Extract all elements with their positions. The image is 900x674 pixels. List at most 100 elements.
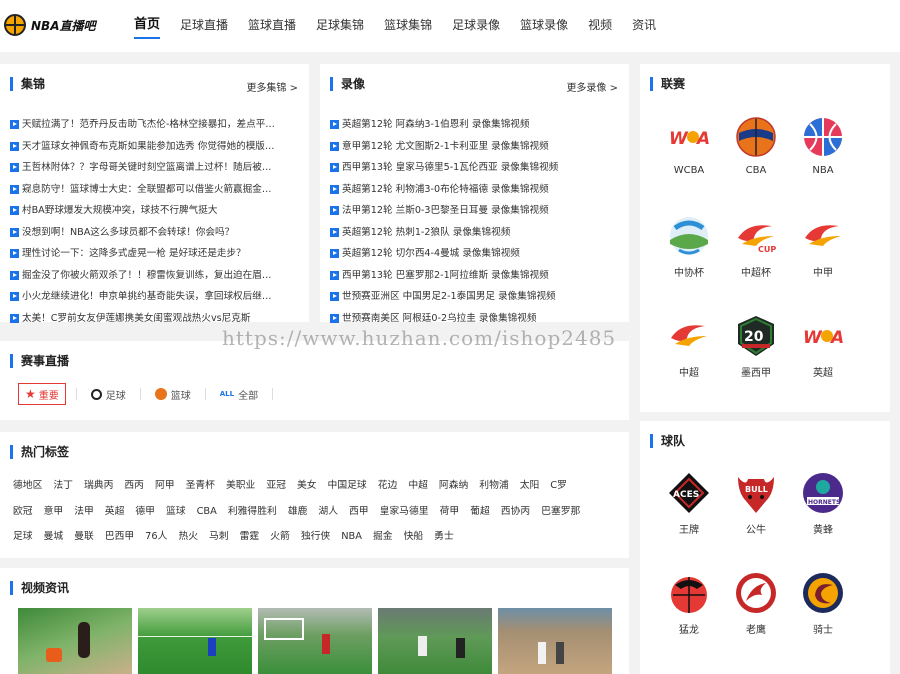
tag-link[interactable]: 法丁: [53, 473, 73, 499]
tag-link[interactable]: 篮球: [166, 499, 186, 525]
replays-more-link[interactable]: 更多录像 >: [566, 79, 618, 94]
tab-important[interactable]: ★ 重要: [18, 383, 66, 405]
list-item[interactable]: 掘金没了你被火箭双杀了！！穆雷恢复训练，复出迫在眉…: [10, 265, 299, 287]
tag-link[interactable]: 德地区: [13, 473, 42, 499]
league-item-liga-mx[interactable]: 20 墨西甲: [722, 314, 790, 379]
league-item-cfa-cup[interactable]: 中协杯: [655, 214, 723, 279]
tag-link[interactable]: 亚冠: [266, 473, 286, 499]
video-thumbnail[interactable]: [258, 608, 372, 674]
tag-link[interactable]: 花边: [378, 473, 398, 499]
list-item[interactable]: 英超第12轮 阿森纳3-1伯恩利 录像集锦视频: [330, 114, 619, 136]
video-thumbnail[interactable]: [138, 608, 252, 674]
nav-item-basketball-replays[interactable]: 篮球录像: [510, 0, 578, 52]
tag-link[interactable]: 美女: [297, 473, 317, 499]
list-item[interactable]: 意甲第12轮 尤文图斯2-1卡利亚里 录像集锦视频: [330, 136, 619, 158]
list-item[interactable]: 天才篮球女神佩奇布克斯如果能参加选秀 你觉得她的模版…: [10, 136, 299, 158]
list-item[interactable]: 没想到啊！NBA这么多球员都不会转球！你会吗？: [10, 222, 299, 244]
list-item[interactable]: 西甲第13轮 皇家马德里5-1瓦伦西亚 录像集锦视频: [330, 157, 619, 179]
tag-link[interactable]: 英超: [105, 499, 125, 525]
video-thumbnail[interactable]: [18, 608, 132, 674]
tag-link[interactable]: 快船: [404, 524, 424, 550]
tag-link[interactable]: 葡超: [470, 499, 490, 525]
league-item-csl[interactable]: 中超: [655, 314, 723, 379]
league-item-nba[interactable]: NBA: [789, 115, 857, 176]
tag-link[interactable]: 太阳: [520, 473, 540, 499]
list-item[interactable]: 英超第12轮 利物浦3-0布伦特福德 录像集锦视频: [330, 179, 619, 201]
tag-link[interactable]: 德甲: [135, 499, 155, 525]
tag-link[interactable]: 雄鹿: [288, 499, 308, 525]
tab-football[interactable]: 足球: [77, 383, 140, 405]
nav-item-video[interactable]: 视频: [578, 0, 622, 52]
tag-link[interactable]: 美职业: [226, 473, 255, 499]
league-item-cba[interactable]: CBA: [722, 115, 790, 176]
tag-link[interactable]: 76人: [145, 524, 167, 550]
tag-link[interactable]: 荷甲: [440, 499, 460, 525]
list-item[interactable]: 王哲林附体？？字母哥关键时刻空篮离谱上过杯！随后被…: [10, 157, 299, 179]
tag-link[interactable]: 利物浦: [479, 473, 508, 499]
tag-link[interactable]: 火箭: [270, 524, 290, 550]
tag-link[interactable]: 中国足球: [328, 473, 367, 499]
list-item[interactable]: 西甲第13轮 巴塞罗那2-1阿拉维斯 录像集锦视频: [330, 265, 619, 287]
tag-link[interactable]: 湖人: [318, 499, 338, 525]
team-item-aces[interactable]: ACES 王牌: [655, 471, 723, 536]
list-item[interactable]: 村BA野球爆发大规模冲突，球技不行脾气挺大: [10, 200, 299, 222]
nav-item-football-replays[interactable]: 足球录像: [442, 0, 510, 52]
tag-link[interactable]: 足球: [13, 524, 33, 550]
nav-item-basketball-live[interactable]: 篮球直播: [238, 0, 306, 52]
tag-link[interactable]: C罗: [550, 473, 567, 499]
team-item-bulls[interactable]: BULL 公牛: [722, 471, 790, 536]
tab-all[interactable]: ALL 全部: [206, 383, 272, 405]
list-item[interactable]: 窥息防守！篮球博士大史：全联盟都可以借鉴火箭赢掘金…: [10, 179, 299, 201]
tag-link[interactable]: 曼联: [74, 524, 94, 550]
tag-link[interactable]: 掘金: [373, 524, 393, 550]
nav-item-basketball-highlights[interactable]: 篮球集锦: [374, 0, 442, 52]
team-item-hawks[interactable]: 老鹰: [722, 571, 790, 636]
tag-link[interactable]: 利雅得胜利: [228, 499, 277, 525]
nav-item-news[interactable]: 资讯: [622, 0, 666, 52]
tag-link[interactable]: 独行侠: [301, 524, 330, 550]
team-item-raptors[interactable]: 猛龙: [655, 571, 723, 636]
tab-basketball[interactable]: 篮球: [141, 383, 205, 405]
tag-link[interactable]: 西甲: [349, 499, 369, 525]
list-item[interactable]: 法甲第12轮 兰斯0-3巴黎圣日耳曼 录像集锦视频: [330, 200, 619, 222]
nav-item-football-highlights[interactable]: 足球集锦: [306, 0, 374, 52]
nav-item-home[interactable]: 首页: [124, 0, 170, 52]
tag-link[interactable]: 阿森纳: [439, 473, 468, 499]
tag-link[interactable]: 皇家马德里: [380, 499, 429, 525]
tag-link[interactable]: 中超: [408, 473, 428, 499]
tag-link[interactable]: 西丙: [124, 473, 144, 499]
list-item[interactable]: 天赋拉满了！范乔丹反击助飞杰伦-格林空接暴扣，差点平…: [10, 114, 299, 136]
list-item[interactable]: 英超第12轮 热刺1-2狼队 录像集锦视频: [330, 222, 619, 244]
tag-link[interactable]: 巴塞罗那: [541, 499, 580, 525]
tag-link[interactable]: 热火: [178, 524, 198, 550]
tag-link[interactable]: 圣青杯: [186, 473, 215, 499]
league-item-premier-league[interactable]: WA 英超: [789, 314, 857, 379]
tag-link[interactable]: 阿甲: [155, 473, 175, 499]
list-item[interactable]: 小火龙继续进化！申京单挑约基奇能失误，拿回球权后继…: [10, 286, 299, 308]
league-item-wcba[interactable]: WA WCBA: [655, 115, 723, 176]
team-item-hornets[interactable]: HORNETS 黄蜂: [789, 471, 857, 536]
list-item[interactable]: 英超第12轮 切尔西4-4曼城 录像集锦视频: [330, 243, 619, 265]
list-item[interactable]: 世预赛亚洲区 中国男足2-1泰国男足 录像集锦视频: [330, 286, 619, 308]
league-item-super-cup[interactable]: CUP 中超杯: [722, 214, 790, 279]
tag-link[interactable]: NBA: [341, 524, 362, 550]
tag-link[interactable]: 瑞典丙: [84, 473, 113, 499]
tag-link[interactable]: 意甲: [44, 499, 64, 525]
list-item[interactable]: 理性讨论一下：这降多式虚晃一枪 是好球还是走步？: [10, 243, 299, 265]
site-logo[interactable]: NBA直播吧: [4, 14, 95, 36]
highlights-more-link[interactable]: 更多集锦 >: [246, 79, 298, 94]
tag-link[interactable]: 勇士: [434, 524, 454, 550]
team-item-cavaliers[interactable]: 骑士: [789, 571, 857, 636]
tag-link[interactable]: 法甲: [74, 499, 94, 525]
tag-link[interactable]: 曼城: [44, 524, 64, 550]
tag-link[interactable]: 马刺: [209, 524, 229, 550]
video-thumbnail[interactable]: [498, 608, 612, 674]
tag-link[interactable]: CBA: [197, 499, 217, 525]
tag-link[interactable]: 欧冠: [13, 499, 33, 525]
tag-link[interactable]: 雷霆: [240, 524, 260, 550]
nav-item-football-live[interactable]: 足球直播: [170, 0, 238, 52]
tag-link[interactable]: 巴西甲: [105, 524, 134, 550]
video-thumbnail[interactable]: [378, 608, 492, 674]
tag-link[interactable]: 西协丙: [501, 499, 530, 525]
league-item-china-league-one[interactable]: 中甲: [789, 214, 857, 279]
